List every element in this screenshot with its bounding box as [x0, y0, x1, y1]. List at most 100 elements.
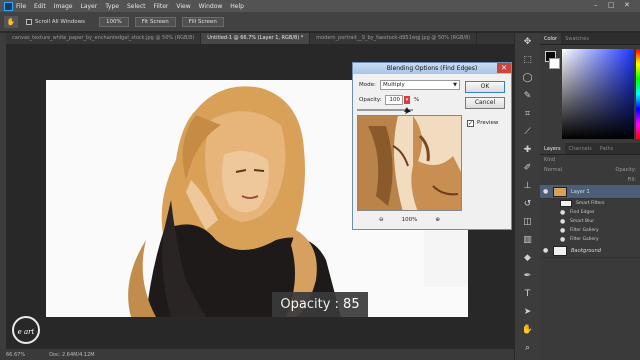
- background-color-swatch[interactable]: [549, 58, 560, 69]
- watermark-logo: e art: [12, 316, 40, 344]
- eraser-tool-icon[interactable]: ◫: [519, 215, 537, 230]
- eye-icon[interactable]: ●: [560, 227, 566, 234]
- zoom-in-icon[interactable]: ⊕: [435, 217, 440, 223]
- tab-swatches[interactable]: Swatches: [561, 33, 593, 44]
- eyedropper-tool-icon[interactable]: ⟋: [519, 125, 537, 140]
- fit-screen-button[interactable]: Fit Screen: [134, 16, 176, 27]
- filter-name: Smart Blur: [570, 219, 595, 224]
- smart-filters-row[interactable]: Smart Filters: [540, 199, 640, 208]
- layer-thumbnail: [553, 245, 567, 256]
- menu-view[interactable]: View: [176, 3, 190, 10]
- layer-row-background[interactable]: ● Background: [540, 244, 640, 258]
- scroll-all-checkbox[interactable]: [26, 18, 32, 25]
- tab-color[interactable]: Color: [540, 33, 562, 44]
- hand-tool-icon[interactable]: ✋: [519, 323, 537, 338]
- clone-stamp-tool-icon[interactable]: ⊥: [519, 179, 537, 194]
- dialog-close-icon[interactable]: ✕: [497, 63, 511, 73]
- menu-filter[interactable]: Filter: [154, 3, 169, 10]
- status-zoom[interactable]: 66.67%: [6, 352, 25, 358]
- chevron-down-icon: ▼: [453, 82, 457, 88]
- type-tool-icon[interactable]: T: [519, 287, 537, 302]
- hand-tool-preset-icon[interactable]: ✋: [4, 15, 18, 28]
- zoom-out-icon[interactable]: ⊖: [379, 217, 384, 223]
- eye-icon[interactable]: ●: [560, 218, 566, 225]
- mode-label: Mode:: [359, 82, 376, 88]
- layers-opacity-label: Opacity:: [615, 167, 636, 173]
- menu-layer[interactable]: Layer: [80, 3, 97, 10]
- marquee-tool-icon[interactable]: ⬚: [519, 53, 537, 68]
- eye-icon[interactable]: ●: [543, 188, 549, 195]
- layers-fill-label: Fill:: [627, 177, 636, 183]
- eye-icon[interactable]: ●: [543, 247, 549, 254]
- color-picker-field[interactable]: [562, 49, 634, 139]
- smart-filters-label: Smart Filters: [576, 201, 605, 206]
- lasso-tool-icon[interactable]: ◯: [519, 71, 537, 86]
- zoom-tool-icon[interactable]: ⌕: [519, 341, 537, 356]
- layer-name: Layer 1: [571, 188, 590, 195]
- hue-slider[interactable]: [636, 49, 640, 139]
- options-bar: ✋ Scroll All Windows 100% Fit Screen Fil…: [0, 12, 640, 32]
- eye-icon[interactable]: ●: [560, 236, 566, 243]
- layer-row-layer1[interactable]: ● Layer 1: [540, 185, 640, 199]
- mode-value: Multiply: [383, 82, 405, 88]
- minimize-icon[interactable]: –: [594, 1, 598, 9]
- tab-layers[interactable]: Layers: [540, 143, 565, 154]
- ok-button[interactable]: OK: [465, 81, 505, 93]
- fill-screen-button[interactable]: Fill Screen: [181, 16, 224, 27]
- filter-name: Filter Gallery: [570, 228, 599, 233]
- opacity-input[interactable]: 100: [385, 95, 403, 105]
- brush-tool-icon[interactable]: ✐: [519, 161, 537, 176]
- preview-zoom-row: ⊖ 100% ⊕: [357, 215, 462, 225]
- menu-image[interactable]: Image: [54, 3, 73, 10]
- crop-tool-icon[interactable]: ⌗: [519, 107, 537, 122]
- move-tool-icon[interactable]: ✥: [519, 35, 537, 50]
- layer-name: Background: [571, 247, 601, 254]
- status-doc-size: Doc: 2.64M/4.12M: [49, 351, 95, 358]
- layer-thumbnail: [553, 186, 567, 197]
- menu-help[interactable]: Help: [230, 3, 244, 10]
- tab-untitled-1[interactable]: Untitled-1 @ 66.7% (Layer 1, RGB/8) *: [201, 33, 311, 44]
- tab-modern-portrait[interactable]: modern_portrait__9_by_faestock-d951wgj.j…: [310, 33, 478, 44]
- eye-icon[interactable]: ●: [560, 209, 566, 216]
- mode-select[interactable]: Multiply ▼: [380, 80, 460, 90]
- menu-file[interactable]: File: [16, 3, 26, 10]
- tab-paths[interactable]: Paths: [596, 143, 618, 154]
- filter-preview[interactable]: [357, 115, 462, 211]
- menu-window[interactable]: Window: [199, 3, 223, 10]
- filter-row[interactable]: ● Filter Gallery: [540, 226, 640, 235]
- color-panel: [540, 45, 640, 143]
- zoom-100-button[interactable]: 100%: [98, 16, 129, 27]
- filter-row[interactable]: ● Find Edges: [540, 208, 640, 217]
- pen-tool-icon[interactable]: ✒: [519, 269, 537, 284]
- filter-row[interactable]: ● Filter Gallery: [540, 235, 640, 244]
- close-icon[interactable]: ✕: [624, 1, 630, 9]
- gradient-tool-icon[interactable]: ▥: [519, 233, 537, 248]
- cancel-button[interactable]: Cancel: [465, 97, 505, 109]
- filter-name: Filter Gallery: [570, 237, 599, 242]
- layers-filter-kind: Kind: [544, 157, 556, 163]
- preview-zoom-value: 100%: [401, 217, 418, 223]
- filter-row[interactable]: ● Smart Blur: [540, 217, 640, 226]
- quick-select-tool-icon[interactable]: ✎: [519, 89, 537, 104]
- menu-edit[interactable]: Edit: [34, 3, 46, 10]
- history-brush-tool-icon[interactable]: ↺: [519, 197, 537, 212]
- layers-blend-mode[interactable]: Normal: [544, 167, 562, 173]
- tab-canvas-texture[interactable]: canvas_texture_white_paper_by_enchantedg…: [6, 33, 202, 44]
- tab-channels[interactable]: Channels: [565, 143, 596, 154]
- menu-type[interactable]: Type: [105, 3, 119, 10]
- path-select-tool-icon[interactable]: ➤: [519, 305, 537, 320]
- maximize-icon[interactable]: □: [608, 1, 615, 9]
- opacity-slider-toggle-icon[interactable]: ▾: [404, 96, 410, 104]
- photoshop-logo-icon[interactable]: [4, 1, 13, 11]
- menu-select[interactable]: Select: [127, 3, 146, 10]
- dialog-title: Blending Options (Find Edges): [386, 65, 478, 72]
- mouse-pointer-icon: ➤: [404, 107, 412, 117]
- scroll-all-label: Scroll All Windows: [35, 18, 85, 25]
- right-panels: Color Swatches Layers Channels Paths Kin…: [540, 33, 640, 360]
- layers-filter[interactable]: Kind: [540, 155, 640, 165]
- dialog-title-bar[interactable]: Blending Options (Find Edges) ✕: [353, 63, 511, 74]
- layers-blend-row: Normal Opacity:: [540, 165, 640, 175]
- healing-tool-icon[interactable]: ✚: [519, 143, 537, 158]
- blur-tool-icon[interactable]: ◆: [519, 251, 537, 266]
- preview-checkbox[interactable]: ✓: [467, 120, 474, 127]
